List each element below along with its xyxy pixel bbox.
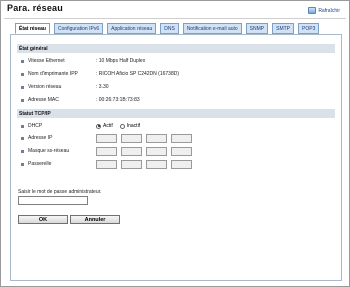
info-value: : 3.30: [96, 84, 109, 90]
subnet-mask-octet-1[interactable]: [96, 146, 117, 156]
header-divider: [4, 18, 346, 19]
info-label: Vitesse Ethernet: [28, 58, 65, 64]
gateway-octet-4[interactable]: [171, 159, 192, 169]
ip-address-octet-3[interactable]: [146, 133, 167, 143]
dhcp-off-radio[interactable]: [119, 123, 125, 129]
dhcp-radio-group: Actif Inactif: [96, 123, 145, 129]
bullet-icon: [21, 162, 24, 166]
dhcp-off-label: Inactif: [126, 123, 141, 129]
subnet-mask-octet-2[interactable]: [121, 146, 142, 156]
subnet-mask-fields: [96, 146, 192, 156]
bullet-icon: [21, 149, 24, 153]
ok-button[interactable]: OK: [18, 215, 68, 224]
tab-pop3[interactable]: POP3: [298, 23, 320, 34]
admin-password-input[interactable]: [18, 196, 88, 205]
bullet-icon: [21, 59, 24, 63]
refresh-button[interactable]: Rafraîchir: [308, 7, 340, 14]
ip-address-octet-4[interactable]: [171, 133, 192, 143]
info-row-network-version: Version réseau : 3.30: [21, 83, 109, 91]
subnet-mask-octet-4[interactable]: [171, 146, 192, 156]
info-value: : RICOH Aficio SP C242DN (16738D): [96, 71, 179, 77]
tab-notification-email[interactable]: Notification e-mail auto: [182, 23, 242, 34]
ip-address-row: Adresse IP: [21, 133, 192, 143]
subnet-mask-row: Masque ss-réseau: [21, 146, 192, 156]
tab-configuration-ipv6[interactable]: Configuration IPv6: [53, 23, 104, 34]
general-status-heading: État général: [17, 44, 335, 53]
info-label: Nom d'imprimante IPP: [28, 71, 78, 77]
info-label: Adresse MAC: [28, 97, 59, 103]
gateway-label: Passerelle: [28, 161, 52, 167]
admin-password-label: Saisir le mot de passe administrateur.: [18, 189, 102, 195]
settings-window: Para. réseau Rafraîchir État réseau Conf…: [0, 0, 350, 287]
tab-bar: État réseau Configuration IPv6 Applicati…: [15, 23, 320, 34]
gateway-fields: [96, 159, 192, 169]
tab-snmp[interactable]: SNMP: [245, 23, 269, 34]
ip-address-fields: [96, 133, 192, 143]
bullet-icon: [21, 72, 24, 76]
info-row-mac-address: Adresse MAC : 00:26:73:1B:73:83: [21, 96, 140, 104]
info-row-ipp-name: Nom d'imprimante IPP : RICOH Aficio SP C…: [21, 70, 179, 78]
gateway-octet-3[interactable]: [146, 159, 167, 169]
cancel-button[interactable]: Annuler: [70, 215, 120, 224]
dhcp-label: DHCP: [28, 123, 43, 129]
bullet-icon: [21, 98, 24, 102]
bullet-icon: [21, 136, 24, 140]
page-title: Para. réseau: [7, 3, 63, 13]
refresh-label: Rafraîchir: [318, 7, 340, 14]
refresh-icon: [308, 7, 317, 14]
gateway-octet-1[interactable]: [96, 159, 117, 169]
info-value: : 10 Mbps Half Duplex: [96, 58, 146, 64]
bullet-icon: [21, 124, 24, 128]
ip-address-label: Adresse IP: [28, 135, 53, 141]
tab-smtp[interactable]: SMTP: [272, 23, 295, 34]
gateway-octet-2[interactable]: [121, 159, 142, 169]
dhcp-on-label: Actif: [103, 123, 113, 129]
info-value: : 00:26:73:1B:73:83: [96, 97, 140, 103]
info-label: Version réseau: [28, 84, 62, 90]
dhcp-row: DHCP Actif Inactif: [21, 122, 145, 130]
ip-address-octet-2[interactable]: [121, 133, 142, 143]
dhcp-on-radio[interactable]: [96, 123, 101, 129]
info-row-ethernet-speed: Vitesse Ethernet : 10 Mbps Half Duplex: [21, 57, 145, 65]
subnet-mask-label: Masque ss-réseau: [28, 148, 70, 154]
tab-etat-reseau[interactable]: État réseau: [15, 23, 50, 34]
tab-dns[interactable]: DNS: [160, 23, 179, 34]
subnet-mask-octet-3[interactable]: [146, 146, 167, 156]
tab-panel: État général Vitesse Ethernet : 10 Mbps …: [10, 34, 342, 281]
ip-address-octet-1[interactable]: [96, 133, 117, 143]
bullet-icon: [21, 85, 24, 89]
tab-application-reseau[interactable]: Application réseau: [107, 23, 157, 34]
tcpip-status-heading: Statut TCP/IP: [17, 109, 335, 118]
gateway-row: Passerelle: [21, 159, 192, 169]
